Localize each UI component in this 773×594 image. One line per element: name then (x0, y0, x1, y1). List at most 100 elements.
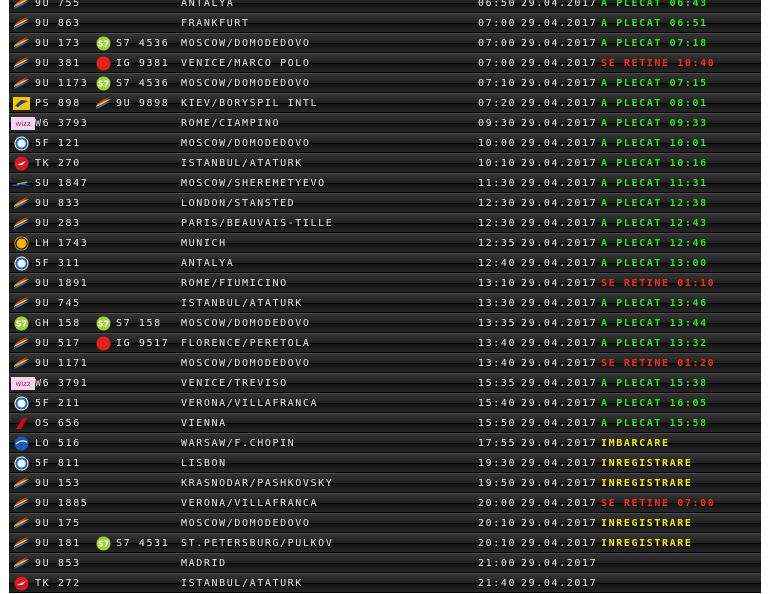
flight-row[interactable]: 9U 1885 VERONA/VILLAFRANCA 20:00 29.04.2… (9, 493, 761, 513)
scheduled-time: 12:30 (478, 198, 517, 209)
flight-status: IMBARCARE (601, 438, 670, 449)
codeshare-number: IG 9381 (116, 58, 170, 69)
svg-text:S7: S7 (16, 320, 27, 329)
codeshare-number (116, 114, 178, 133)
flight-row[interactable]: 5F 121 MOSCOW/DOMODEDOVO 10:00 29.04.201… (9, 133, 761, 153)
flight-row[interactable]: 5F 211 VERONA/VILLAFRANCA 15:40 29.04.20… (9, 393, 761, 413)
destination: KIEV/BORYSPIL INTL (181, 98, 319, 109)
flight-status: INREGISTRARE (601, 458, 693, 469)
destination: MOSCOW/DOMODEDOVO (181, 138, 311, 149)
flight-row[interactable]: 9U 1173 S7 S7 4536 MOSCOW/DOMODEDOVO 07:… (9, 73, 761, 93)
flight-row[interactable]: 9U 181 S7 S7 4531 ST.PETERSBURG/PULKOV 2… (9, 533, 761, 553)
flight-row[interactable]: 9U 175 MOSCOW/DOMODEDOVO 20:10 29.04.201… (9, 513, 761, 533)
destination: VENICE/MARCO POLO (181, 58, 311, 69)
flight-date: 29.04.2017 (521, 178, 597, 189)
flight-row[interactable]: TK 270 ISTANBUL/ATATURK 10:10 29.04.2017… (9, 153, 761, 173)
flight-row[interactable]: 9U 853 MADRID 21:00 29.04.2017 (9, 553, 761, 573)
s7-icon: S7 (95, 536, 112, 551)
flight-number: 9U 1173 (35, 78, 89, 89)
s7-icon: S7 (13, 316, 30, 331)
flight-row[interactable]: 5F 811 LISBON 19:30 29.04.2017 INREGISTR… (9, 453, 761, 473)
9u-icon (13, 556, 30, 571)
flight-row[interactable]: 9U 833 LONDON/STANSTED 12:30 29.04.2017 … (9, 193, 761, 213)
flight-row[interactable]: LO 516 WARSAW/F.CHOPIN 17:55 29.04.2017 … (9, 433, 761, 453)
9u-icon (13, 76, 30, 91)
flight-status: A PLECAT 07:18 (601, 38, 708, 49)
flight-row[interactable]: TK 272 ISTANBUL/ATATURK 21:40 29.04.2017 (9, 573, 761, 593)
flight-row[interactable]: SU 1847 MOSCOW/SHEREMETYEVO 11:30 29.04.… (9, 173, 761, 193)
5f-icon (13, 256, 30, 271)
scheduled-time: 12:30 (478, 218, 517, 229)
flight-number: 9U 755 (35, 0, 81, 9)
flight-row[interactable]: 9U 283 PARIS/BEAUVAIS-TILLE 12:30 29.04.… (9, 213, 761, 233)
9u-icon (13, 196, 30, 211)
w6-icon: wizz (11, 116, 35, 131)
flight-status: A PLECAT 10:01 (601, 138, 708, 149)
destination: KRASNODAR/PASHKOVSKY (181, 478, 334, 489)
scheduled-time: 10:00 (478, 138, 517, 149)
scheduled-time: 20:10 (478, 518, 517, 529)
destination: ROME/FIUMICINO (181, 278, 288, 289)
flight-row[interactable]: 9U 153 KRASNODAR/PASHKOVSKY 19:50 29.04.… (9, 473, 761, 493)
flight-row[interactable]: PS 898 9U 9898 KIEV/BORYSPIL INTL 07:20 … (9, 93, 761, 113)
w6-icon: wizz (11, 376, 35, 391)
flight-date: 29.04.2017 (521, 198, 597, 209)
flight-number: LH 1743 (35, 238, 89, 249)
flight-date: 29.04.2017 (521, 158, 597, 169)
codeshare-number (116, 134, 178, 153)
destination: VIENNA (181, 418, 227, 429)
flight-number: 5F 211 (35, 398, 81, 409)
destination: MOSCOW/DOMODEDOVO (181, 38, 311, 49)
flight-row[interactable]: 9U 381 IG 9381 VENICE/MARCO POLO 07:00 2… (9, 53, 761, 73)
flight-date: 29.04.2017 (521, 438, 597, 449)
flight-date: 29.04.2017 (521, 498, 597, 509)
flight-row[interactable]: OS 656 VIENNA 15:50 29.04.2017 A PLECAT … (9, 413, 761, 433)
flight-row[interactable]: 5F 311 ANTALYA 12:40 29.04.2017 A PLECAT… (9, 253, 761, 273)
scheduled-time: 07:00 (478, 38, 517, 49)
flight-row[interactable]: 9U 863 FRANKFURT 07:00 29.04.2017 A PLEC… (9, 13, 761, 33)
flight-row[interactable]: wizz W6 3791 VENICE/TREVISO 15:35 29.04.… (9, 373, 761, 393)
flight-row[interactable]: 9U 517 IG 9517 FLORENCE/PERETOLA 13:40 2… (9, 333, 761, 353)
destination: ISTANBUL/ATATURK (181, 578, 303, 589)
flight-date: 29.04.2017 (521, 418, 597, 429)
flight-date: 29.04.2017 (521, 258, 597, 269)
flight-row[interactable]: wizz W6 3793 ROME/CIAMPINO 09:30 29.04.2… (9, 113, 761, 133)
codeshare-number (116, 414, 178, 433)
flight-number: 9U 153 (35, 478, 81, 489)
scheduled-time: 15:50 (478, 418, 517, 429)
9u-icon (13, 0, 30, 11)
flight-row[interactable]: LH 1743 MUNICH 12:35 29.04.2017 A PLECAT… (9, 233, 761, 253)
scheduled-time: 13:40 (478, 338, 517, 349)
scheduled-time: 13:30 (478, 298, 517, 309)
flight-row[interactable]: 9U 745 ISTANBUL/ATATURK 13:30 29.04.2017… (9, 293, 761, 313)
9u-icon (95, 96, 112, 111)
destination: ISTANBUL/ATATURK (181, 298, 303, 309)
flight-date: 29.04.2017 (521, 358, 597, 369)
destination: MADRID (181, 558, 227, 569)
scheduled-time: 21:40 (478, 578, 517, 589)
scheduled-time: 19:50 (478, 478, 517, 489)
flight-date: 29.04.2017 (521, 238, 597, 249)
codeshare-number (116, 174, 178, 193)
9u-icon (13, 476, 30, 491)
flight-row[interactable]: 9U 1891 ROME/FIUMICINO 13:10 29.04.2017 … (9, 273, 761, 293)
codeshare-number (116, 154, 178, 173)
flight-date: 29.04.2017 (521, 18, 597, 29)
flight-status: INREGISTRARE (601, 538, 693, 549)
scheduled-time: 06:50 (478, 0, 517, 9)
flight-row[interactable]: S7 GH 158 S7 S7 158 MOSCOW/DOMODEDOVO 13… (9, 313, 761, 333)
flight-date: 29.04.2017 (521, 58, 597, 69)
5f-icon (13, 136, 30, 151)
flight-number: 9U 1171 (35, 358, 89, 369)
scheduled-time: 07:00 (478, 58, 517, 69)
flight-status: A PLECAT 16:05 (601, 398, 708, 409)
scheduled-time: 19:30 (478, 458, 517, 469)
destination: ANTALYA (181, 0, 235, 9)
flight-status: A PLECAT 09:33 (601, 118, 708, 129)
scheduled-time: 07:00 (478, 18, 517, 29)
flight-date: 29.04.2017 (521, 558, 597, 569)
flight-row[interactable]: 9U 173 S7 S7 4536 MOSCOW/DOMODEDOVO 07:0… (9, 33, 761, 53)
flight-date: 29.04.2017 (521, 298, 597, 309)
flight-row[interactable]: 9U 755 ANTALYA 06:50 29.04.2017 A PLECAT… (9, 0, 761, 13)
flight-row[interactable]: 9U 1171 MOSCOW/DOMODEDOVO 13:40 29.04.20… (9, 353, 761, 373)
